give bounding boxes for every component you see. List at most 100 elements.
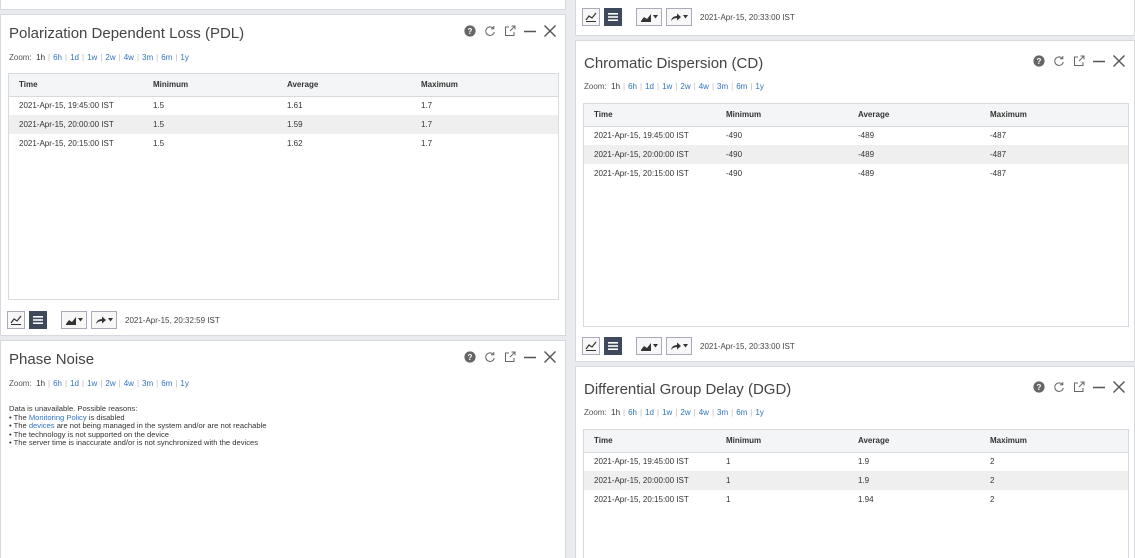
refresh-button[interactable] [1052, 53, 1066, 69]
svg-text:?: ? [468, 27, 473, 36]
line-chart-view-button[interactable] [7, 311, 25, 329]
minimize-button[interactable] [1092, 53, 1106, 69]
cell-max: 1.7 [411, 115, 558, 134]
column-header[interactable]: Minimum [716, 104, 848, 127]
zoom-option[interactable]: 4w [699, 408, 709, 417]
share-icon [671, 13, 681, 21]
zoom-option[interactable]: 2w [680, 408, 690, 417]
zoom-option[interactable]: 1w [87, 379, 97, 388]
popout-button[interactable] [1072, 53, 1086, 69]
zoom-option[interactable]: 6m [161, 379, 172, 388]
column-header[interactable]: Maximum [411, 74, 558, 97]
zoom-option[interactable]: 1d [645, 408, 654, 417]
zoom-option[interactable]: 1w [662, 408, 672, 417]
chart-type-dropdown[interactable] [61, 311, 87, 329]
zoom-option[interactable]: 4w [699, 82, 709, 91]
column-header[interactable]: Minimum [716, 430, 848, 453]
table-view-button[interactable] [604, 337, 622, 355]
zoom-option[interactable]: 1y [180, 379, 188, 388]
zoom-option[interactable]: 6m [161, 53, 172, 62]
column-header[interactable]: Time [9, 74, 143, 97]
zoom-option[interactable]: 3m [717, 82, 728, 91]
cell-min: 1 [716, 471, 848, 490]
column-header[interactable]: Average [848, 430, 980, 453]
help-button[interactable]: ? [463, 349, 477, 365]
popout-button[interactable] [503, 349, 517, 365]
popout-icon [505, 351, 516, 362]
close-button[interactable] [543, 349, 557, 365]
zoom-option[interactable]: 1h [36, 53, 45, 62]
table-view-button[interactable] [29, 311, 47, 329]
line-chart-view-button[interactable] [582, 337, 600, 355]
last-updated-timestamp: 2021-Apr-15, 20:32:59 IST [125, 315, 220, 325]
zoom-option[interactable]: 2w [680, 82, 690, 91]
cell-max: 2 [980, 471, 1128, 490]
zoom-option[interactable]: 1h [611, 82, 620, 91]
column-header[interactable]: Time [584, 104, 716, 127]
refresh-button[interactable] [483, 23, 497, 39]
cell-avg: -489 [858, 169, 875, 178]
zoom-option[interactable]: 6m [736, 82, 747, 91]
close-button[interactable] [1112, 53, 1126, 69]
zoom-option[interactable]: 1h [611, 408, 620, 417]
help-button[interactable]: ? [1032, 53, 1046, 69]
column-header[interactable]: Maximum [980, 104, 1128, 127]
zoom-option[interactable]: 3m [142, 53, 153, 62]
cell-max: 1.7 [421, 101, 433, 111]
share-dropdown[interactable] [91, 311, 117, 329]
share-dropdown[interactable] [666, 8, 692, 26]
zoom-option[interactable]: 1y [755, 408, 763, 417]
chart-type-dropdown[interactable] [636, 337, 662, 355]
column-header[interactable]: Time [584, 430, 716, 453]
cell-avg: 1.9 [848, 471, 980, 490]
minimize-icon [1093, 60, 1105, 63]
popout-button[interactable] [1072, 379, 1086, 395]
zoom-option[interactable]: 1d [70, 53, 79, 62]
close-icon [544, 351, 556, 363]
column-header[interactable]: Average [277, 74, 411, 97]
line-chart-icon [585, 341, 597, 351]
refresh-button[interactable] [1052, 379, 1066, 395]
zoom-option[interactable]: 4w [124, 53, 134, 62]
minimize-button[interactable] [1092, 379, 1106, 395]
zoom-option[interactable]: 4w [124, 379, 134, 388]
cell-time: 2021-Apr-15, 20:00:00 IST [584, 471, 716, 490]
zoom-label: Zoom: [9, 379, 32, 388]
zoom-option[interactable]: 3m [142, 379, 153, 388]
help-button[interactable]: ? [463, 23, 477, 39]
zoom-option[interactable]: 1d [70, 379, 79, 388]
zoom-option[interactable]: 6m [736, 408, 747, 417]
zoom-option[interactable]: 2w [105, 379, 115, 388]
zoom-option[interactable]: 1y [755, 82, 763, 91]
column-header[interactable]: Minimum [143, 74, 277, 97]
zoom-option[interactable]: 3m [717, 408, 728, 417]
refresh-button[interactable] [483, 349, 497, 365]
zoom-option[interactable]: 6h [53, 53, 62, 62]
close-button[interactable] [543, 23, 557, 39]
table-view-button[interactable] [604, 8, 622, 26]
zoom-option[interactable]: 1w [662, 82, 672, 91]
zoom-option[interactable]: 6h [628, 82, 637, 91]
minimize-button[interactable] [523, 349, 537, 365]
panel-actions: ? [1032, 53, 1126, 69]
share-dropdown[interactable] [666, 337, 692, 355]
popout-icon [1074, 55, 1085, 66]
close-button[interactable] [1112, 379, 1126, 395]
data-table: Time Minimum Average Maximum 2021-Apr-15… [583, 103, 1129, 327]
zoom-option[interactable]: 1w [87, 53, 97, 62]
zoom-option[interactable]: 1d [645, 82, 654, 91]
line-chart-view-button[interactable] [582, 8, 600, 26]
column-header[interactable]: Average [848, 104, 980, 127]
popout-button[interactable] [503, 23, 517, 39]
zoom-option[interactable]: 6h [628, 408, 637, 417]
zoom-option[interactable]: 1h [36, 379, 45, 388]
chart-type-dropdown[interactable] [636, 8, 662, 26]
devices-link[interactable]: devices [29, 421, 55, 430]
minimize-button[interactable] [523, 23, 537, 39]
zoom-option[interactable]: 1y [180, 53, 188, 62]
help-button[interactable]: ? [1032, 379, 1046, 395]
zoom-option[interactable]: 6h [53, 379, 62, 388]
table-row: 2021-Apr-15, 20:15:00 IST 1 1.94 2 [584, 490, 1128, 509]
column-header[interactable]: Maximum [980, 430, 1128, 453]
zoom-option[interactable]: 2w [105, 53, 115, 62]
